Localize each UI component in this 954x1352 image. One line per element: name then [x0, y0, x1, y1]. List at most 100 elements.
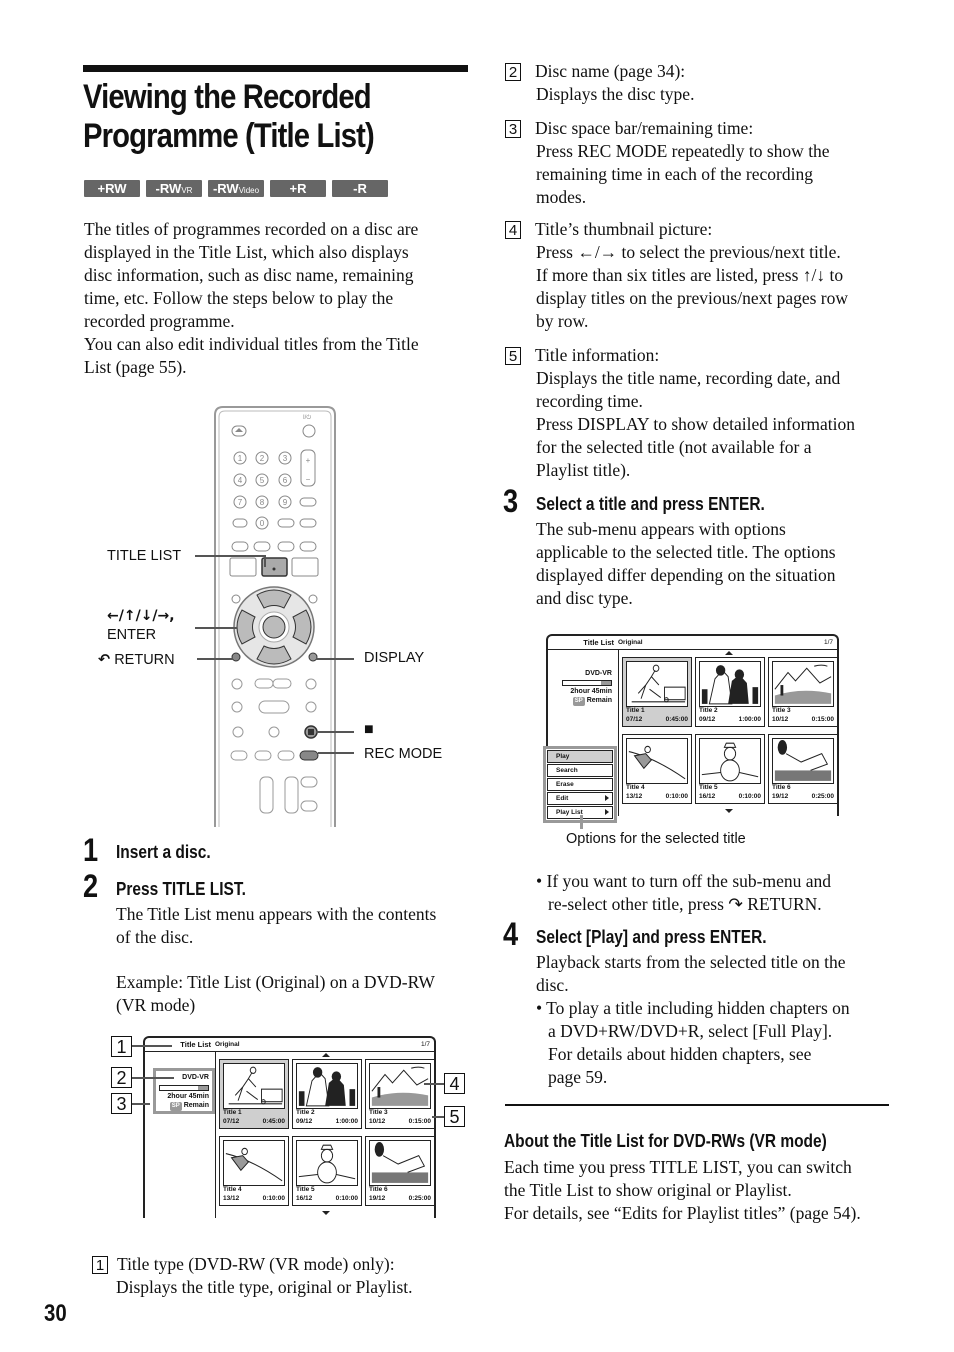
- title-date: 19/12: [772, 793, 789, 800]
- svg-text:4: 4: [238, 476, 243, 485]
- disc-type-badges: +RW -RWVR -RWVideo +R -R: [84, 180, 388, 197]
- title-thumbnail[interactable]: Title 3 10/12 0:15:00: [768, 657, 838, 727]
- disc-name: DVD-VR: [585, 670, 612, 677]
- title-name: Title 3: [772, 707, 791, 714]
- submenu-caption: Options for the selected title: [566, 831, 746, 847]
- leader-line: [580, 815, 583, 829]
- scroll-up-icon[interactable]: [322, 1053, 330, 1057]
- scroll-up-icon[interactable]: [725, 651, 733, 655]
- page-title-line: Programme (Title List): [83, 117, 375, 155]
- thumbnail-picture: [369, 1063, 431, 1109]
- thumbnail-picture: [223, 1140, 285, 1186]
- screen-header: Title List Original 1/7: [548, 636, 837, 650]
- page-indicator: 1/7: [420, 1041, 430, 1048]
- title-duration: 0:15:00: [408, 1118, 431, 1125]
- callout-1: 1: [111, 1036, 132, 1057]
- title-thumbnail[interactable]: Title 1 07/12 0:45:00: [219, 1059, 289, 1129]
- submenu-item[interactable]: Edit: [547, 792, 613, 805]
- title-duration: 0:10:00: [335, 1195, 358, 1202]
- title-thumbnail[interactable]: Title 1 07/12 0:45:00: [622, 657, 692, 727]
- leader-line: [264, 555, 266, 567]
- svg-text:3: 3: [283, 454, 288, 463]
- callout-number: 1: [92, 1256, 108, 1274]
- title-name: Title 1: [223, 1109, 242, 1116]
- title-thumbnail[interactable]: Title 4 13/12 0:10:00: [622, 734, 692, 804]
- eject-icon: [231, 425, 247, 437]
- title-date: 07/12: [626, 716, 643, 723]
- title-name: Title 5: [296, 1186, 315, 1193]
- title-date: 19/12: [369, 1195, 386, 1202]
- title-date: 16/12: [296, 1195, 313, 1202]
- leader-line: [318, 752, 354, 754]
- disc-badge: -R: [332, 180, 388, 197]
- label-title-list: TITLE LIST: [107, 548, 182, 564]
- leader-line: [432, 1116, 444, 1118]
- title-duration: 0:45:00: [262, 1118, 285, 1125]
- page-title-line: Viewing the Recorded: [83, 78, 372, 116]
- disc-badge: -RWVideo: [208, 180, 264, 197]
- callout-2-desc: 2 Disc name (page 34): Displays the disc…: [505, 60, 895, 106]
- submenu-item[interactable]: Play: [547, 750, 613, 763]
- thumbnail-picture: [223, 1063, 285, 1109]
- title-thumbnail[interactable]: Title 3 10/12 0:15:00: [365, 1059, 435, 1129]
- title-name: Title 2: [699, 707, 718, 714]
- section-divider: [505, 1104, 889, 1106]
- title-thumbnail[interactable]: Title 2 09/12 1:00:00: [695, 657, 765, 727]
- about-heading: About the Title List for DVD-RWs (VR mod…: [504, 1131, 827, 1151]
- title-thumbnail[interactable]: Title 6 19/12 0:25:00: [768, 734, 838, 804]
- title-list-button: [261, 557, 288, 577]
- step-body: The sub-menu appears with options applica…: [536, 519, 836, 608]
- submenu-item[interactable]: Search: [547, 764, 613, 777]
- svg-text:+: +: [306, 456, 311, 465]
- title-name: Title 6: [772, 784, 791, 791]
- title-date: 07/12: [223, 1118, 240, 1125]
- callout-5-desc: 5 Title information: Displays the title …: [505, 344, 905, 482]
- svg-text:2: 2: [260, 454, 265, 463]
- title-name: Title 4: [626, 784, 645, 791]
- title-date: 13/12: [223, 1195, 240, 1202]
- title-date: 16/12: [699, 793, 716, 800]
- svg-text:0: 0: [260, 519, 265, 528]
- title-list-screen: Title List Original 1/7 DVD-VR 2hour 45min SP…: [143, 1036, 436, 1218]
- step-number: 1: [83, 832, 99, 868]
- callout-2: 2: [111, 1067, 132, 1088]
- svg-text:9: 9: [283, 498, 288, 507]
- leader-line: [195, 555, 265, 557]
- title-date: 10/12: [772, 716, 789, 723]
- title-thumbnail[interactable]: Title 2 09/12 1:00:00: [292, 1059, 362, 1129]
- remote-control-illustration: I/⏻ 1 2 3 4 5 6 7 8 9 0 + −: [214, 406, 336, 827]
- title-type: Original: [215, 1041, 240, 1048]
- scroll-down-icon[interactable]: [322, 1211, 330, 1215]
- label-stop: ■: [364, 721, 374, 738]
- title-thumbnail[interactable]: Title 6 19/12 0:25:00: [365, 1136, 435, 1206]
- leader-line: [197, 658, 233, 660]
- submenu-arrow-icon: [605, 809, 609, 815]
- step-number: 4: [503, 916, 519, 952]
- step-note: • If you want to turn off the sub-menu a…: [536, 871, 831, 914]
- title-thumbnail[interactable]: Title 5 16/12 0:10:00: [292, 1136, 362, 1206]
- page-indicator: 1/7: [823, 639, 833, 646]
- label-rec-mode: REC MODE: [364, 746, 443, 762]
- return-icon: ↶: [98, 652, 111, 668]
- title-list-screen-with-submenu: Title List Original 1/7 DVD-VR 2hour 45min SP…: [543, 634, 839, 823]
- svg-text:1: 1: [238, 454, 243, 463]
- title-date: 09/12: [296, 1118, 313, 1125]
- title-duration: 1:00:00: [335, 1118, 358, 1125]
- title-duration: 0:15:00: [811, 716, 834, 723]
- title-duration: 1:00:00: [738, 716, 761, 723]
- thumbnail-picture: [626, 661, 688, 707]
- callout-body: Displays the title type, original or Pla…: [116, 1277, 413, 1297]
- label-arrows: ←/↑/↓/→,: [107, 608, 175, 624]
- rec-mode-badge: SP: [169, 1102, 182, 1111]
- title-duration: 0:10:00: [738, 793, 761, 800]
- scroll-down-icon[interactable]: [725, 809, 733, 813]
- label-return: ↶ RETURN: [98, 652, 175, 668]
- submenu-item[interactable]: Erase: [547, 778, 613, 791]
- thumbnail-picture: [772, 661, 834, 707]
- callout-number: 2: [505, 63, 521, 81]
- title-date: 09/12: [699, 716, 716, 723]
- disc-name: DVD-VR: [182, 1074, 209, 1081]
- title-thumbnail[interactable]: Title 5 16/12 0:10:00: [695, 734, 765, 804]
- title-thumbnail[interactable]: Title 4 13/12 0:10:00: [219, 1136, 289, 1206]
- remaining-time: 2hour 45min SP Remain: [570, 688, 612, 706]
